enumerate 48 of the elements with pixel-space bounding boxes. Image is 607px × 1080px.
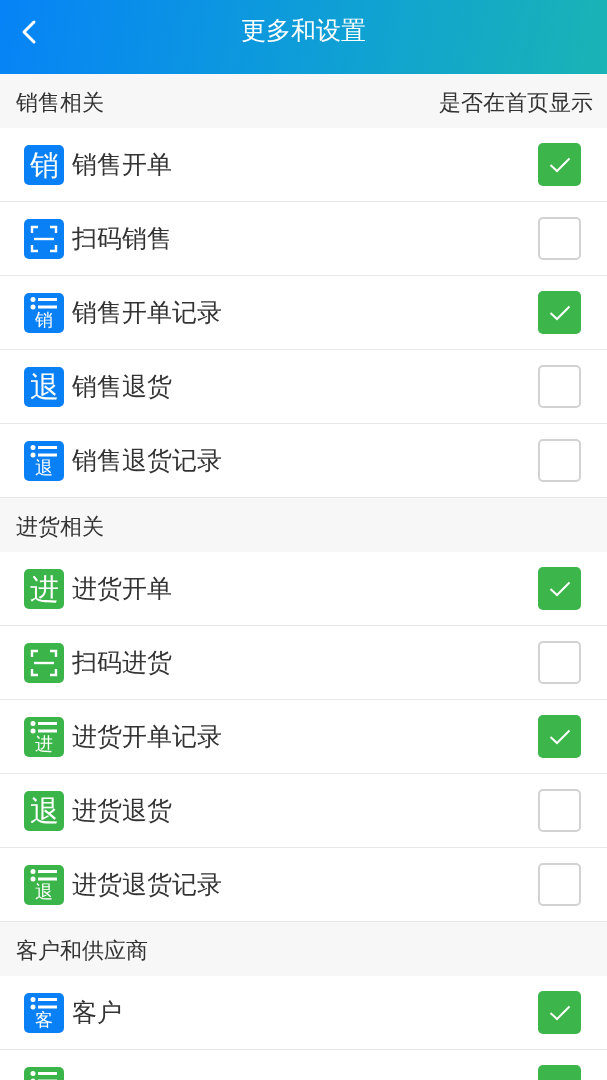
list-lines-icon [30,868,58,882]
letter-icon: 销 [24,144,64,185]
setting-label: 扫码销售 [72,222,172,255]
letter-icon: 退 [24,366,64,407]
check-icon [548,580,571,597]
setting-label: 进货退货记录 [72,868,222,901]
page-title: 更多和设置 [241,15,366,47]
check-icon [548,728,571,745]
setting-label: 进货退货 [72,794,172,827]
section-title: 销售相关 [16,89,104,117]
checkbox[interactable] [538,567,581,610]
icon-character: 客 [35,1009,53,1030]
check-icon [548,156,571,173]
icon-character: 退 [35,457,53,478]
checkbox[interactable] [538,217,581,260]
back-icon[interactable] [20,19,38,45]
checkbox[interactable] [538,715,581,758]
section-title: 进货相关 [16,513,104,541]
checkbox[interactable] [538,439,581,482]
letter-icon: 退 [24,790,64,831]
setting-label: 销售开单 [72,148,172,181]
setting-label: 进货开单记录 [72,720,222,753]
checkbox[interactable] [538,641,581,684]
icon-character: 销 [35,309,53,330]
setting-label: 扫码进货 [72,646,172,679]
section-title: 客户和供应商 [16,937,148,965]
check-icon [548,1004,571,1021]
icon-character: 进 [35,733,53,754]
list-lines-icon [30,720,58,734]
list-lines-icon [30,296,58,310]
list-lines-icon [30,444,58,458]
checkbox[interactable] [538,863,581,906]
setting-label: 销售退货 [72,370,172,403]
checkbox[interactable] [538,291,581,334]
letter-icon: 进 [24,568,64,609]
setting-label: 销售退货记录 [72,444,222,477]
setting-label: 客户 [72,996,122,1029]
column-label: 是否在首页显示 [439,89,593,117]
icon-character: 退 [35,881,53,902]
check-icon [548,304,571,321]
setting-label: 销售开单记录 [72,296,222,329]
checkbox[interactable] [538,143,581,186]
checkbox[interactable] [538,365,581,408]
setting-label: 进货开单 [72,572,172,605]
list-lines-icon [30,996,58,1010]
checkbox[interactable] [538,789,581,832]
checkbox[interactable] [538,991,581,1034]
list-lines-icon [30,1070,58,1080]
